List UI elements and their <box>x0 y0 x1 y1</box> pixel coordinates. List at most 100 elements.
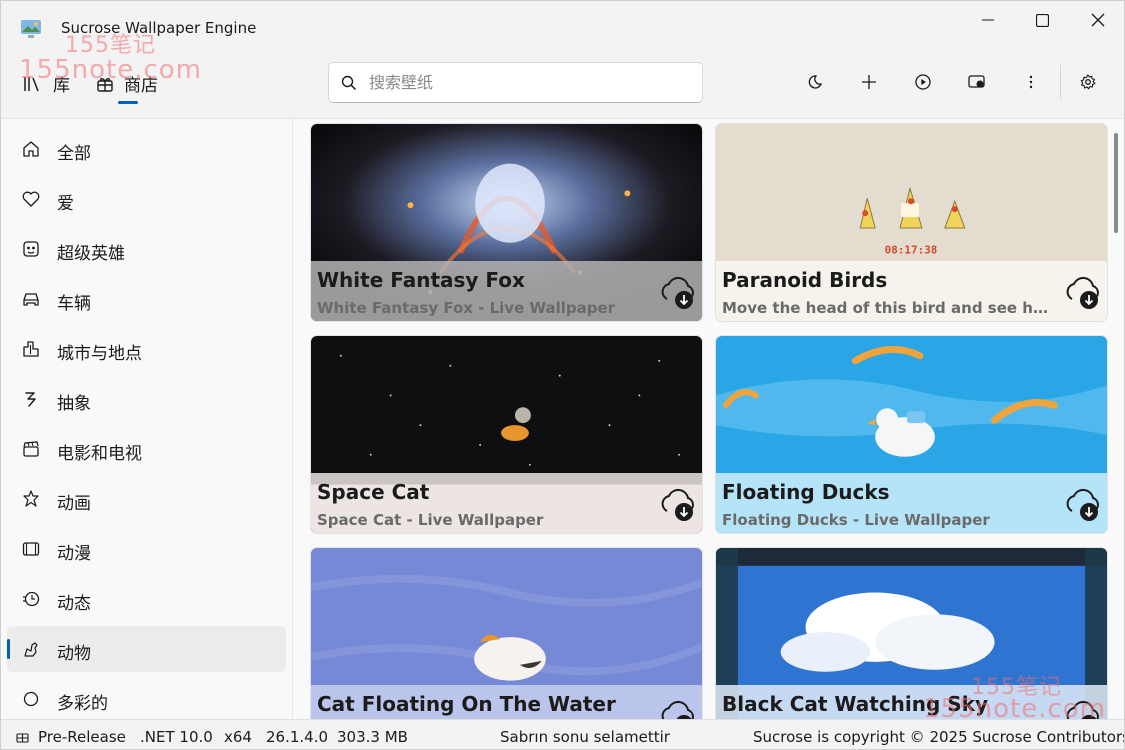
content-area: 全部 爱 超级英雄 车辆 城市与地点 抽象 电影和电视 动画 动漫 动态 动物 … <box>1 118 1124 720</box>
window-title: Sucrose Wallpaper Engine <box>61 19 257 37</box>
card-footer: White Fantasy Fox White Fantasy Fox - Li… <box>311 261 702 321</box>
sidebar-item-all[interactable]: 全部 <box>7 126 286 172</box>
card-title: White Fantasy Fox <box>317 268 525 292</box>
cloud-download-icon[interactable] <box>657 483 699 525</box>
search-icon <box>341 75 357 90</box>
status-version: 26.1.4.0 <box>266 728 329 746</box>
card-title: Paranoid Birds <box>722 268 888 292</box>
film-frame-icon <box>21 539 41 559</box>
sidebar-item-cities[interactable]: 城市与地点 <box>7 326 286 372</box>
card-subtitle: White Fantasy Fox - Live Wallpaper <box>317 299 616 317</box>
status-message: Sabrın sonu selamettir <box>500 728 670 746</box>
sidebar-item-abstract[interactable]: 抽象 <box>7 376 286 422</box>
sidebar-item-label: 城市与地点 <box>57 344 142 364</box>
wallpaper-card[interactable]: Cat Floating On The Water <box>310 547 703 720</box>
sidebar-item-label: 动态 <box>57 594 91 614</box>
heart-icon <box>21 189 41 209</box>
wallpaper-card[interactable]: Floating Ducks Floating Ducks - Live Wal… <box>715 335 1108 534</box>
wallpaper-card[interactable]: White Fantasy Fox White Fantasy Fox - Li… <box>310 123 703 322</box>
display-toggle-icon <box>968 75 985 88</box>
card-footer: Space Cat Space Cat - Live Wallpaper <box>311 473 702 533</box>
palette-icon <box>21 689 41 709</box>
sidebar-item-label: 超级英雄 <box>57 244 125 264</box>
category-sidebar: 全部 爱 超级英雄 车辆 城市与地点 抽象 电影和电视 动画 动漫 动态 动物 … <box>1 119 293 720</box>
sidebar-item-colorful[interactable]: 多彩的 <box>7 676 286 720</box>
sidebar-item-animals[interactable]: 动物 <box>7 626 286 672</box>
wallpaper-card[interactable]: Space Cat Space Cat - Live Wallpaper <box>310 335 703 534</box>
nav-store[interactable]: 商店 <box>96 71 158 96</box>
more-options-button[interactable] <box>1014 65 1048 99</box>
sidebar-item-label: 电影和电视 <box>57 444 142 464</box>
cloud-download-icon[interactable] <box>1062 483 1104 525</box>
more-icon <box>1029 75 1033 89</box>
theme-button[interactable] <box>798 65 832 99</box>
release-icon <box>16 733 29 743</box>
card-subtitle: Space Cat - Live Wallpaper <box>317 511 544 529</box>
maximize-icon <box>1035 13 1049 27</box>
card-clock-text: 08:17:38 <box>885 244 938 257</box>
app-window: Sucrose Wallpaper Engine 库 商店 搜索壁纸 全部 爱 … <box>0 0 1125 750</box>
theme-moon-icon <box>808 75 823 89</box>
store-selected-indicator <box>118 101 138 104</box>
nav-store-label: 商店 <box>124 76 158 96</box>
search-input[interactable] <box>369 73 669 92</box>
mask-icon <box>21 239 41 259</box>
sidebar-item-superhero[interactable]: 超级英雄 <box>7 226 286 272</box>
add-button[interactable] <box>852 65 886 99</box>
abstract-icon <box>21 389 41 409</box>
sidebar-item-label: 爱 <box>57 194 74 214</box>
cloud-download-icon[interactable] <box>657 271 699 313</box>
nav-library[interactable]: 库 <box>23 71 70 96</box>
card-footer: Paranoid Birds Move the head of this bir… <box>716 261 1107 321</box>
sidebar-item-label: 动画 <box>57 494 91 514</box>
active-indicator <box>7 639 10 659</box>
search-box[interactable] <box>328 62 703 103</box>
library-icon <box>24 76 39 91</box>
toolbar-divider <box>1060 65 1061 99</box>
cloud-download-icon[interactable] <box>657 695 699 720</box>
maximize-button[interactable] <box>1019 1 1065 39</box>
minimize-button[interactable] <box>965 1 1011 39</box>
sidebar-item-love[interactable]: 爱 <box>7 176 286 222</box>
status-memory: 303.3 MB <box>337 728 408 746</box>
star-burst-icon <box>21 489 41 509</box>
close-icon <box>1091 13 1105 27</box>
sidebar-item-label: 动漫 <box>57 544 91 564</box>
sidebar-item-dynamic[interactable]: 动态 <box>7 576 286 622</box>
cloud-download-icon[interactable] <box>1062 271 1104 313</box>
status-arch: x64 <box>224 728 252 746</box>
clapper-icon <box>21 439 41 459</box>
grid-scrollbar[interactable] <box>1114 133 1118 233</box>
sidebar-item-label: 抽象 <box>57 394 91 414</box>
sidebar-item-anime[interactable]: 动漫 <box>7 526 286 572</box>
animal-icon <box>21 639 41 659</box>
status-framework: .NET 10.0 <box>140 728 213 746</box>
card-title: Black Cat Watching Sky <box>722 692 989 716</box>
card-title: Space Cat <box>317 480 430 504</box>
home-icon <box>21 139 41 159</box>
wallpaper-card[interactable]: Black Cat Watching Sky <box>715 547 1108 720</box>
sidebar-item-label: 车辆 <box>57 294 91 314</box>
close-button[interactable] <box>1075 1 1121 39</box>
card-title: Floating Ducks <box>722 480 890 504</box>
buildings-icon <box>21 339 41 359</box>
play-button[interactable] <box>906 65 940 99</box>
sidebar-item-vehicles[interactable]: 车辆 <box>7 276 286 322</box>
wallpaper-card[interactable]: 08:17:38 Paranoid Birds Move the head of… <box>715 123 1108 322</box>
sidebar-item-label: 全部 <box>57 144 91 164</box>
card-footer: Black Cat Watching Sky <box>716 685 1107 720</box>
motion-clock-icon <box>21 589 41 609</box>
sidebar-item-movies-tv[interactable]: 电影和电视 <box>7 426 286 472</box>
cloud-download-icon[interactable] <box>1062 695 1104 720</box>
display-toggle-button[interactable] <box>960 65 994 99</box>
card-subtitle: Floating Ducks - Live Wallpaper <box>722 511 990 529</box>
card-footer: Cat Floating On The Water <box>311 685 702 720</box>
settings-gear-icon <box>1080 74 1096 90</box>
settings-button[interactable] <box>1071 65 1105 99</box>
car-icon <box>21 289 41 309</box>
card-title: Cat Floating On The Water <box>317 692 616 716</box>
sidebar-item-animation[interactable]: 动画 <box>7 476 286 522</box>
play-icon <box>915 74 931 90</box>
nav-library-label: 库 <box>53 76 70 96</box>
add-icon <box>862 75 876 89</box>
